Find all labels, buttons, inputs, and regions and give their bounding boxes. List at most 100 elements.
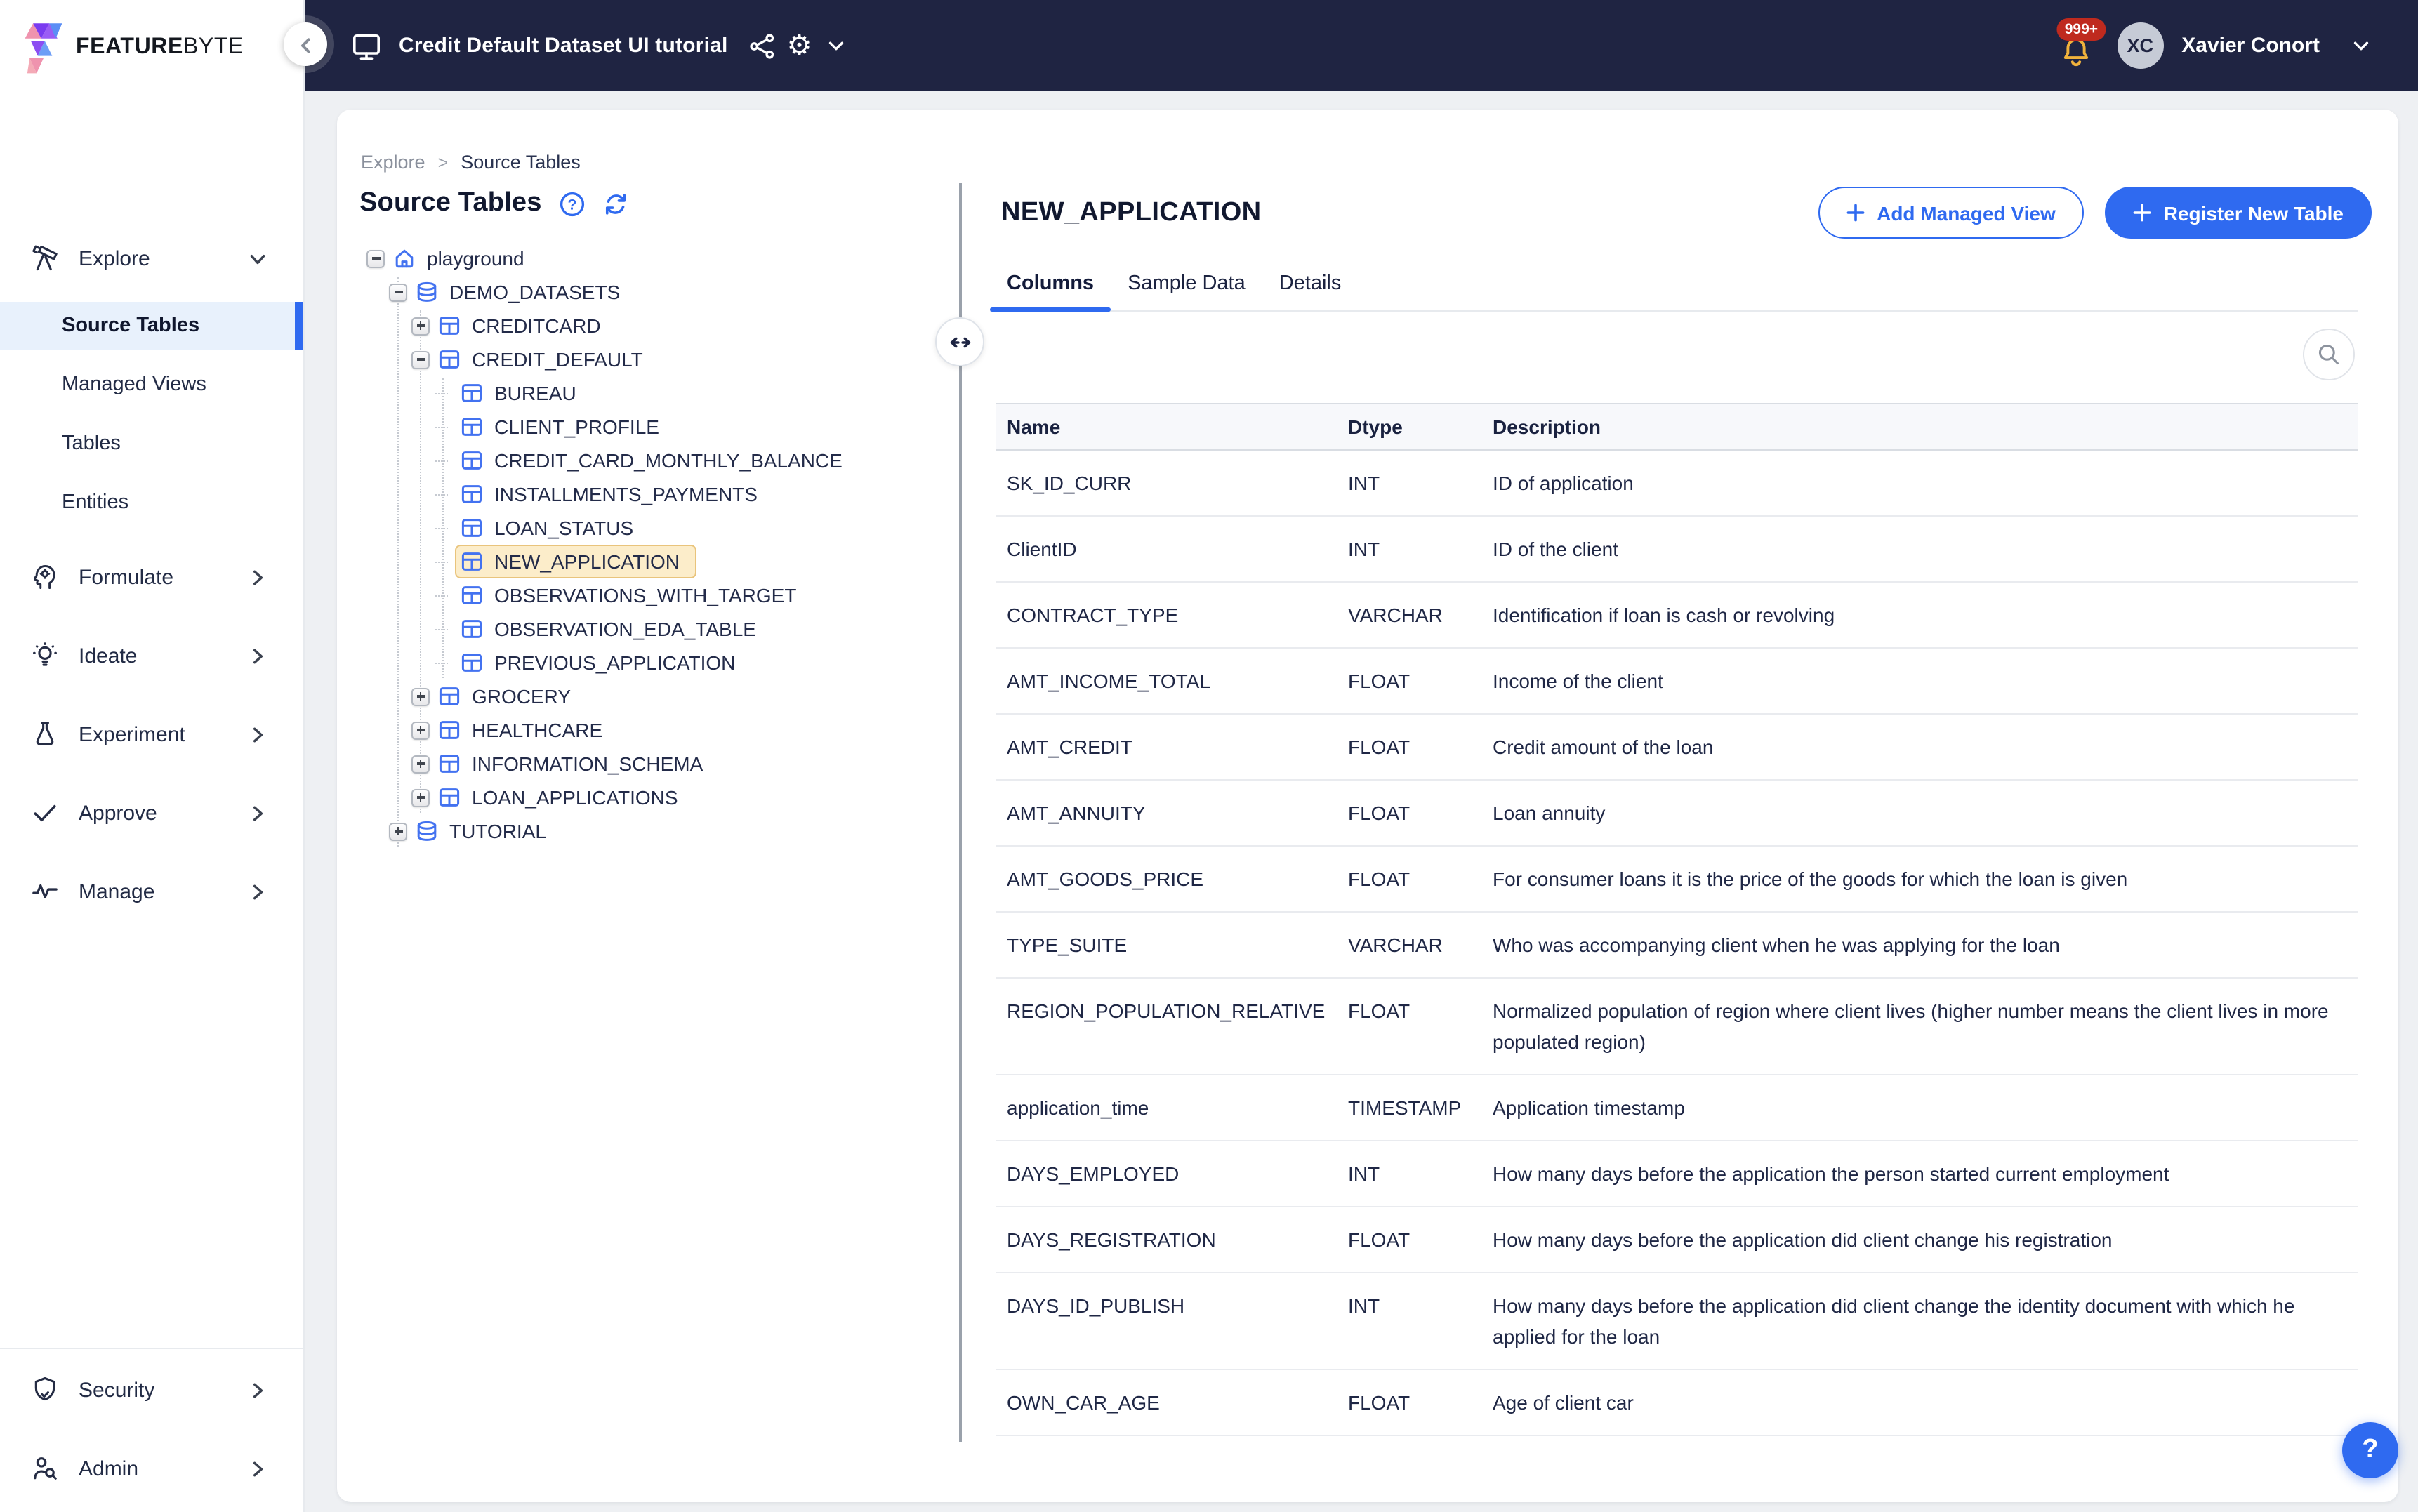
tree-node-grocery[interactable]: GROCERY bbox=[337, 679, 953, 713]
tree-node-observation-eda-table[interactable]: OBSERVATION_EDA_TABLE bbox=[337, 612, 953, 646]
column-row-amt-annuity[interactable]: AMT_ANNUITYFLOATLoan annuity bbox=[996, 781, 2358, 847]
column-row-amt-goods-price[interactable]: AMT_GOODS_PRICEFLOATFor consumer loans i… bbox=[996, 847, 2358, 913]
column-dtype-cell: FLOAT bbox=[1334, 863, 1481, 894]
column-description-cell: Income of the client bbox=[1481, 665, 2358, 696]
tree-node-tutorial[interactable]: TUTORIAL bbox=[337, 814, 953, 848]
sidebar-collapse-button[interactable] bbox=[284, 22, 327, 66]
column-row-clientid[interactable]: ClientIDINTID of the client bbox=[996, 517, 2358, 583]
help-circle-icon[interactable]: ? bbox=[559, 190, 586, 217]
sidebar-item-approve[interactable]: Approve bbox=[0, 774, 303, 852]
tree-node-client-profile[interactable]: CLIENT_PROFILE bbox=[337, 410, 953, 444]
sidebar-item-formulate[interactable]: Formulate bbox=[0, 538, 303, 616]
brand-logo: FEATUREBYTE bbox=[0, 0, 303, 74]
help-fab-button[interactable]: ? bbox=[2342, 1422, 2398, 1478]
sidebar-item-source-tables[interactable]: Source Tables bbox=[0, 302, 303, 350]
head-gear-icon bbox=[29, 562, 60, 592]
tree-expander-plus-icon[interactable] bbox=[411, 317, 430, 335]
sidebar-item-managed-views[interactable]: Managed Views bbox=[0, 361, 303, 409]
featurebyte-logo-icon bbox=[22, 21, 65, 74]
tree-expander-minus-icon[interactable] bbox=[411, 350, 430, 369]
sidebar-item-admin[interactable]: Admin bbox=[0, 1429, 303, 1508]
column-dtype-cell: FLOAT bbox=[1334, 731, 1481, 762]
sidebar-item-security[interactable]: Security bbox=[0, 1351, 303, 1429]
tree-expander-minus-icon[interactable] bbox=[389, 283, 407, 301]
tree-node-credit-default[interactable]: CREDIT_DEFAULT bbox=[337, 343, 953, 376]
column-row-contract-type[interactable]: CONTRACT_TYPEVARCHARIdentification if lo… bbox=[996, 583, 2358, 649]
workspace-title: Credit Default Dataset UI tutorial bbox=[399, 34, 728, 58]
column-row-days-employed[interactable]: DAYS_EMPLOYEDINTHow many days before the… bbox=[996, 1141, 2358, 1207]
sidebar-item-entities[interactable]: Entities bbox=[0, 479, 303, 526]
column-description-cell: For consumer loans it is the price of th… bbox=[1481, 863, 2358, 894]
sidebar-item-experiment[interactable]: Experiment bbox=[0, 695, 303, 774]
tree-node-information-schema[interactable]: INFORMATION_SCHEMA bbox=[337, 747, 953, 781]
chevron-down-icon[interactable] bbox=[818, 27, 854, 64]
column-description-cell: Application timestamp bbox=[1481, 1092, 2358, 1123]
tree-expander-plus-icon[interactable] bbox=[411, 721, 430, 739]
column-row-days-id-publish[interactable]: DAYS_ID_PUBLISHINTHow many days before t… bbox=[996, 1273, 2358, 1370]
tree-node-label: OBSERVATIONS_WITH_TARGET bbox=[491, 583, 799, 608]
tree-node-new-application[interactable]: NEW_APPLICATION bbox=[337, 545, 953, 578]
tree-expander-plus-icon[interactable] bbox=[411, 788, 430, 807]
tab-details[interactable]: Details bbox=[1262, 256, 1359, 310]
tree-node-demo-datasets[interactable]: DEMO_DATASETS bbox=[337, 275, 953, 309]
tree-node-creditcard[interactable]: CREDITCARD bbox=[337, 309, 953, 343]
tree-node-playground[interactable]: playground bbox=[337, 241, 953, 275]
tree-node-label: LOAN_APPLICATIONS bbox=[469, 785, 681, 810]
sidebar-item-explore[interactable]: Explore bbox=[0, 230, 303, 286]
gear-icon[interactable]: ⚙ bbox=[781, 27, 818, 64]
tab-sample-data[interactable]: Sample Data bbox=[1111, 256, 1262, 310]
tree-node-selected-highlight: NEW_APPLICATION bbox=[455, 545, 696, 578]
tree-expander-plus-icon[interactable] bbox=[411, 755, 430, 773]
user-menu-chevron-down-icon[interactable] bbox=[2342, 27, 2379, 64]
column-row-amt-income-total[interactable]: AMT_INCOME_TOTALFLOATIncome of the clien… bbox=[996, 649, 2358, 715]
tree-node-bureau[interactable]: BUREAU bbox=[337, 376, 953, 410]
sidebar-item-ideate[interactable]: Ideate bbox=[0, 616, 303, 695]
detail-pane: NEW_APPLICATION Add Managed View Registe… bbox=[996, 110, 2358, 1502]
plus-icon bbox=[2133, 204, 2151, 222]
share-icon[interactable] bbox=[745, 27, 781, 64]
chevron-right-icon bbox=[249, 804, 267, 822]
column-row-type-suite[interactable]: TYPE_SUITEVARCHARWho was accompanying cl… bbox=[996, 913, 2358, 979]
column-name-cell: OWN_CAR_AGE bbox=[996, 1387, 1334, 1418]
tree-node-previous-application[interactable]: PREVIOUS_APPLICATION bbox=[337, 646, 953, 679]
chevron-right-icon bbox=[249, 646, 267, 665]
search-button[interactable] bbox=[2303, 329, 2355, 380]
tree-expander-plus-icon[interactable] bbox=[411, 687, 430, 705]
tree-connector bbox=[434, 392, 452, 394]
notifications-button[interactable]: 999+ bbox=[2052, 18, 2100, 74]
main-card: Explore > Source Tables Source Tables ? … bbox=[337, 110, 2398, 1502]
source-tables-tree: playgroundDEMO_DATASETSCREDITCARDCREDIT_… bbox=[337, 241, 953, 1494]
column-row-days-registration[interactable]: DAYS_REGISTRATIONFLOATHow many days befo… bbox=[996, 1207, 2358, 1273]
pane-resize-handle[interactable] bbox=[935, 317, 984, 366]
column-row-own-car-age[interactable]: OWN_CAR_AGEFLOATAge of client car bbox=[996, 1370, 2358, 1436]
house-icon bbox=[393, 247, 416, 270]
refresh-icon[interactable] bbox=[602, 190, 629, 217]
column-name-cell: ClientID bbox=[996, 533, 1334, 564]
tree-node-observations-with-target[interactable]: OBSERVATIONS_WITH_TARGET bbox=[337, 578, 953, 612]
tree-node-healthcare[interactable]: HEALTHCARE bbox=[337, 713, 953, 747]
tree-node-label: INSTALLMENTS_PAYMENTS bbox=[491, 482, 760, 507]
tree-expander-minus-icon[interactable] bbox=[366, 249, 385, 267]
sidebar-item-tables[interactable]: Tables bbox=[0, 420, 303, 467]
tree-node-loan-status[interactable]: LOAN_STATUS bbox=[337, 511, 953, 545]
breadcrumb-separator: > bbox=[438, 152, 449, 172]
column-name-cell: SK_ID_CURR bbox=[996, 467, 1334, 498]
tab-columns[interactable]: Columns bbox=[990, 256, 1111, 310]
tree-node-installments-payments[interactable]: INSTALLMENTS_PAYMENTS bbox=[337, 477, 953, 511]
column-row-amt-credit[interactable]: AMT_CREDITFLOATCredit amount of the loan bbox=[996, 715, 2358, 781]
column-name-cell: AMT_GOODS_PRICE bbox=[996, 863, 1334, 894]
breadcrumb-explore[interactable]: Explore bbox=[361, 152, 425, 173]
tree-expander-plus-icon[interactable] bbox=[389, 822, 407, 840]
sidebar-item-manage[interactable]: Manage bbox=[0, 852, 303, 931]
avatar[interactable]: XC bbox=[2117, 22, 2163, 69]
column-row-region-population-relative[interactable]: REGION_POPULATION_RELATIVEFLOATNormalize… bbox=[996, 979, 2358, 1075]
register-new-table-button[interactable]: Register New Table bbox=[2105, 187, 2372, 239]
sidebar-nav: Explore Source Tables Managed Views Tables E… bbox=[0, 230, 303, 931]
add-managed-view-button[interactable]: Add Managed View bbox=[1818, 187, 2084, 239]
tree-node-credit-card-monthly-balance[interactable]: CREDIT_CARD_MONTHLY_BALANCE bbox=[337, 444, 953, 477]
tree-node-loan-applications[interactable]: LOAN_APPLICATIONS bbox=[337, 781, 953, 814]
tree-node-label: BUREAU bbox=[491, 380, 579, 406]
table-icon bbox=[461, 550, 483, 573]
column-row-sk-id-curr[interactable]: SK_ID_CURRINTID of application bbox=[996, 451, 2358, 517]
column-row-application-time[interactable]: application_timeTIMESTAMPApplication tim… bbox=[996, 1075, 2358, 1141]
